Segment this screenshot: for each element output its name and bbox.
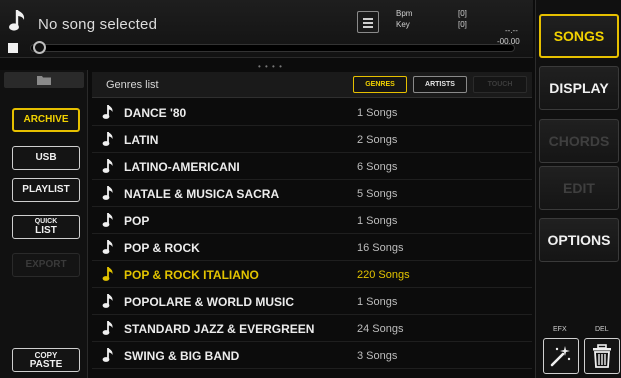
list-icon[interactable] bbox=[357, 11, 379, 33]
music-note-icon bbox=[102, 186, 113, 200]
time-display: --.-- bbox=[505, 26, 518, 35]
list-item[interactable]: POP & ROCK ITALIANO 220 Songs bbox=[92, 261, 532, 288]
magic-wand-icon bbox=[550, 346, 571, 367]
edit-button[interactable]: EDIT bbox=[539, 166, 619, 210]
song-count: 2 Songs bbox=[357, 134, 398, 146]
song-count: 3 Songs bbox=[357, 350, 398, 362]
delete-button[interactable] bbox=[584, 338, 620, 374]
music-note-icon bbox=[102, 105, 113, 119]
list-item[interactable]: POP & ROCK 16 Songs bbox=[92, 234, 532, 261]
list-header: Genres list GENRES ARTISTS TOUCH bbox=[92, 72, 532, 98]
chords-button[interactable]: CHORDS bbox=[539, 119, 619, 163]
song-count: 1 Songs bbox=[357, 296, 398, 308]
song-count: 6 Songs bbox=[357, 161, 398, 173]
song-title: No song selected bbox=[38, 16, 158, 33]
genre-name: POPOLARE & WORLD MUSIC bbox=[124, 295, 294, 309]
music-note-icon bbox=[102, 213, 113, 227]
archive-button[interactable]: ARCHIVE bbox=[12, 108, 80, 132]
songs-button[interactable]: SONGS bbox=[539, 14, 619, 58]
song-count: 24 Songs bbox=[357, 323, 404, 335]
key-label: Key bbox=[396, 20, 410, 29]
bpm-label: Bpm bbox=[396, 9, 413, 18]
song-count: 5 Songs bbox=[357, 188, 398, 200]
quick-list-button[interactable]: QUICK LIST bbox=[12, 215, 80, 239]
genre-name: NATALE & MUSICA SACRA bbox=[124, 187, 280, 201]
player-bar: No song selected Bpm Key [0] [0] --.-- -… bbox=[0, 0, 533, 58]
genre-list: DANCE '80 1 Songs LATIN 2 Songs LATINO-AMERI… bbox=[92, 99, 532, 369]
list-item[interactable]: NATALE & MUSICA SACRA 5 Songs bbox=[92, 180, 532, 207]
song-count: 16 Songs bbox=[357, 242, 404, 254]
music-note-icon bbox=[102, 294, 113, 308]
list-item[interactable]: DANCE '80 1 Songs bbox=[92, 99, 532, 126]
copy-paste-button[interactable]: COPY PASTE bbox=[12, 348, 80, 372]
music-note-icon bbox=[102, 159, 113, 173]
music-note-icon bbox=[102, 321, 113, 335]
list-item[interactable]: SWING & BIG BAND 3 Songs bbox=[92, 342, 532, 369]
music-note-icon bbox=[102, 267, 113, 281]
music-note-icon bbox=[102, 240, 113, 254]
tab-genres[interactable]: GENRES bbox=[353, 76, 407, 93]
folder-icon[interactable] bbox=[4, 72, 84, 88]
bpm-value: [0] bbox=[458, 9, 467, 18]
music-note-icon bbox=[102, 348, 113, 362]
list-item[interactable]: POPOLARE & WORLD MUSIC 1 Songs bbox=[92, 288, 532, 315]
genre-name: POP bbox=[124, 214, 150, 228]
display-button[interactable]: DISPLAY bbox=[539, 66, 619, 110]
genre-name: LATINO-AMERICANI bbox=[124, 160, 240, 174]
genre-name: DANCE '80 bbox=[124, 106, 187, 120]
playlist-button[interactable]: PLAYLIST bbox=[12, 178, 80, 202]
song-count: 1 Songs bbox=[357, 215, 398, 227]
list-item[interactable]: STANDARD JAZZ & EVERGREEN 24 Songs bbox=[92, 315, 532, 342]
genre-name: POP & ROCK ITALIANO bbox=[124, 268, 259, 282]
efx-button[interactable] bbox=[543, 338, 579, 374]
list-title: Genres list bbox=[106, 79, 159, 91]
progress-slider[interactable] bbox=[30, 44, 515, 52]
list-item[interactable]: POP 1 Songs bbox=[92, 207, 532, 234]
music-note-icon bbox=[102, 132, 113, 146]
genre-name: SWING & BIG BAND bbox=[124, 349, 240, 363]
progress-slider-handle[interactable] bbox=[33, 41, 46, 54]
export-button[interactable]: EXPORT bbox=[12, 253, 80, 277]
drag-handle[interactable]: • • • • bbox=[258, 62, 283, 71]
trash-icon bbox=[593, 344, 611, 368]
list-item[interactable]: LATINO-AMERICANI 6 Songs bbox=[92, 153, 532, 180]
del-label: DEL bbox=[595, 326, 609, 333]
genre-name: STANDARD JAZZ & EVERGREEN bbox=[124, 322, 315, 336]
tab-touch[interactable]: TOUCH bbox=[473, 76, 527, 93]
efx-label: EFX bbox=[553, 326, 567, 333]
options-button[interactable]: OPTIONS bbox=[539, 218, 619, 262]
genre-name: POP & ROCK bbox=[124, 241, 200, 255]
music-note-icon bbox=[9, 10, 25, 31]
tab-artists[interactable]: ARTISTS bbox=[413, 76, 467, 93]
key-value: [0] bbox=[458, 20, 467, 29]
genre-name: LATIN bbox=[124, 133, 159, 147]
stop-icon[interactable] bbox=[8, 43, 18, 53]
list-item[interactable]: LATIN 2 Songs bbox=[92, 126, 532, 153]
song-count: 1 Songs bbox=[357, 107, 398, 119]
usb-button[interactable]: USB bbox=[12, 146, 80, 170]
source-sidebar: ARCHIVE USB PLAYLIST QUICK LIST EXPORT C… bbox=[0, 70, 88, 378]
song-count: 220 Songs bbox=[357, 269, 410, 281]
